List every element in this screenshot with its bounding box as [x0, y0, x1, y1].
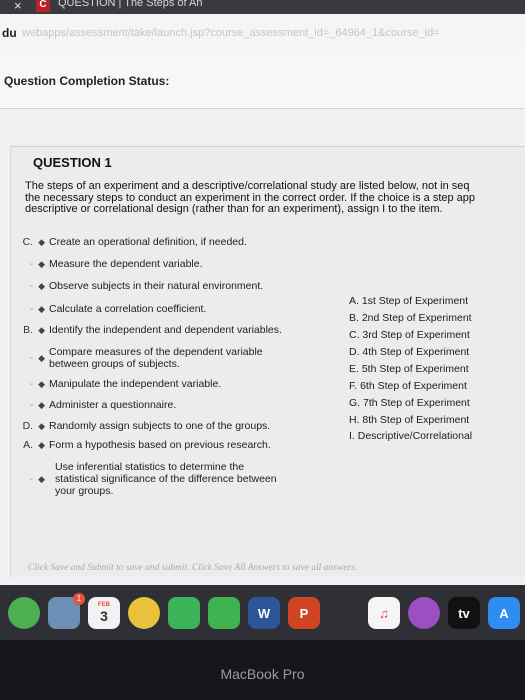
app-store-icon[interactable]: A — [488, 597, 520, 629]
answer-select[interactable]: A. ◆ — [17, 439, 45, 451]
answer-select[interactable]: D. ◆ — [17, 420, 45, 432]
word-icon[interactable]: W — [248, 597, 280, 629]
item-text: Calculate a correlation coefficient. — [49, 303, 207, 315]
tab-title[interactable]: QUESTION | The Steps of An — [58, 0, 203, 9]
match-item[interactable]: B. ◆ Identify the independent and depende… — [17, 324, 282, 336]
select-arrows-icon: ◆ — [38, 259, 45, 269]
instruction-line: The steps of an experiment and a descrip… — [25, 180, 470, 192]
item-text: Use inferential statistics to determine … — [55, 461, 245, 473]
music-icon[interactable]: ♫ — [368, 597, 400, 629]
select-arrows-icon: ◆ — [38, 237, 45, 247]
url-domain: du — [2, 26, 17, 40]
select-arrows-icon: ◆ — [38, 353, 45, 363]
answer-select[interactable]: - ◆ — [17, 399, 45, 411]
answer-select[interactable]: - ◆ — [17, 303, 45, 315]
item-text: Manipulate the independent variable. — [49, 378, 222, 390]
match-item[interactable]: - ◆ Measure the dependent variable. — [17, 258, 203, 270]
match-item[interactable]: - ◆ Calculate a correlation coefficient. — [17, 303, 207, 315]
answer-choice: H. 8th Step of Experiment — [349, 414, 470, 426]
select-arrows-icon: ◆ — [38, 440, 45, 450]
completion-status-bar: Question Completion Status: — [0, 50, 525, 109]
powerpoint-icon[interactable]: P — [288, 597, 320, 629]
match-item[interactable]: - ◆ Administer a questionnaire. — [17, 399, 177, 411]
answer-select[interactable]: - ◆ — [17, 378, 45, 390]
notification-badge: 1 — [73, 593, 85, 605]
calendar-icon[interactable]: FEB 3 — [88, 597, 120, 629]
instruction-line: descriptive or correlational design (rat… — [25, 203, 443, 215]
answer-select[interactable]: - ◆ — [17, 352, 49, 364]
chrome-icon[interactable] — [8, 597, 40, 629]
select-arrows-icon: ◆ — [38, 421, 45, 431]
browser-tabbar: × C QUESTION | The Steps of An — [0, 0, 525, 14]
save-instructions-note: Click Save and Submit to save and submit… — [28, 563, 358, 573]
macos-dock: 1 FEB 3 W P ♫ tv A — [0, 585, 525, 640]
question-heading: QUESTION 1 — [33, 155, 112, 170]
select-arrows-icon: ◆ — [38, 400, 45, 410]
answer-select[interactable]: B. ◆ — [17, 324, 45, 336]
completion-status-label: Question Completion Status: — [4, 74, 170, 88]
podcasts-icon[interactable] — [408, 597, 440, 629]
select-arrows-icon: ◆ — [38, 379, 45, 389]
select-arrows-icon: ◆ — [38, 304, 45, 314]
match-item[interactable]: - ◆ Use inferential statistics to determ… — [17, 461, 317, 501]
match-item[interactable]: C. ◆ Create an operational definition, if… — [17, 236, 247, 248]
answer-choice: I. Descriptive/Correlational — [349, 430, 473, 442]
url-path: webapps/assessment/take/launch.jsp?cours… — [22, 27, 440, 39]
match-item[interactable]: - ◆ Observe subjects in their natural env… — [17, 280, 264, 292]
match-item[interactable]: - ◆ Compare measures of the dependent va… — [17, 346, 317, 372]
item-text: Measure the dependent variable. — [49, 258, 203, 270]
tab-favicon-icon: C — [36, 0, 50, 12]
match-item[interactable]: D. ◆ Randomly assign subjects to one of t… — [17, 420, 271, 432]
select-arrows-icon: ◆ — [38, 325, 45, 335]
answer-choice: C. 3rd Step of Experiment — [349, 329, 470, 341]
answer-choice: G. 7th Step of Experiment — [349, 397, 470, 409]
item-text: Form a hypothesis based on previous rese… — [49, 439, 271, 451]
answer-select[interactable]: - ◆ — [17, 258, 45, 270]
answer-select[interactable]: - ◆ — [17, 280, 45, 292]
answer-select[interactable]: - ◆ — [17, 473, 49, 485]
select-arrows-icon: ◆ — [38, 474, 45, 484]
messages-icon[interactable] — [208, 597, 240, 629]
item-text-line: statistical significance of the differen… — [55, 473, 277, 485]
item-text-line: your groups. — [55, 485, 114, 497]
item-text: Administer a questionnaire. — [49, 399, 177, 411]
photos-icon[interactable] — [128, 597, 160, 629]
item-text: Identify the independent and dependent v… — [49, 324, 282, 336]
item-text-line: between groups of subjects. — [49, 358, 180, 370]
item-text: Randomly assign subjects to one of the g… — [49, 420, 271, 432]
item-text: Compare measures of the dependent variab… — [49, 346, 263, 358]
apple-tv-icon[interactable]: tv — [448, 597, 480, 629]
match-item[interactable]: - ◆ Manipulate the independent variable. — [17, 378, 222, 390]
calendar-day: 3 — [100, 608, 108, 624]
assessment-page: Question Completion Status: QUESTION 1 T… — [0, 50, 525, 585]
match-item[interactable]: A. ◆ Form a hypothesis based on previous … — [17, 439, 271, 451]
select-arrows-icon: ◆ — [38, 281, 45, 291]
question-panel: QUESTION 1 The steps of an experiment an… — [10, 146, 525, 577]
answer-choice: B. 2nd Step of Experiment — [349, 312, 472, 324]
answer-choice: F. 6th Step of Experiment — [349, 380, 467, 392]
answer-choice: E. 5th Step of Experiment — [349, 363, 469, 375]
tab-close-icon[interactable]: × — [14, 0, 22, 13]
item-text: Create an operational definition, if nee… — [49, 236, 247, 248]
facetime-icon[interactable] — [168, 597, 200, 629]
question-instructions: The steps of an experiment and a descrip… — [25, 180, 525, 216]
answer-choice: D. 4th Step of Experiment — [349, 346, 470, 358]
item-text: Observe subjects in their natural enviro… — [49, 280, 264, 292]
device-label: MacBook Pro — [220, 666, 305, 682]
address-bar[interactable]: du webapps/assessment/take/launch.jsp?co… — [0, 14, 525, 51]
answer-choice: A. 1st Step of Experiment — [349, 295, 469, 307]
answer-select[interactable]: C. ◆ — [17, 236, 45, 248]
